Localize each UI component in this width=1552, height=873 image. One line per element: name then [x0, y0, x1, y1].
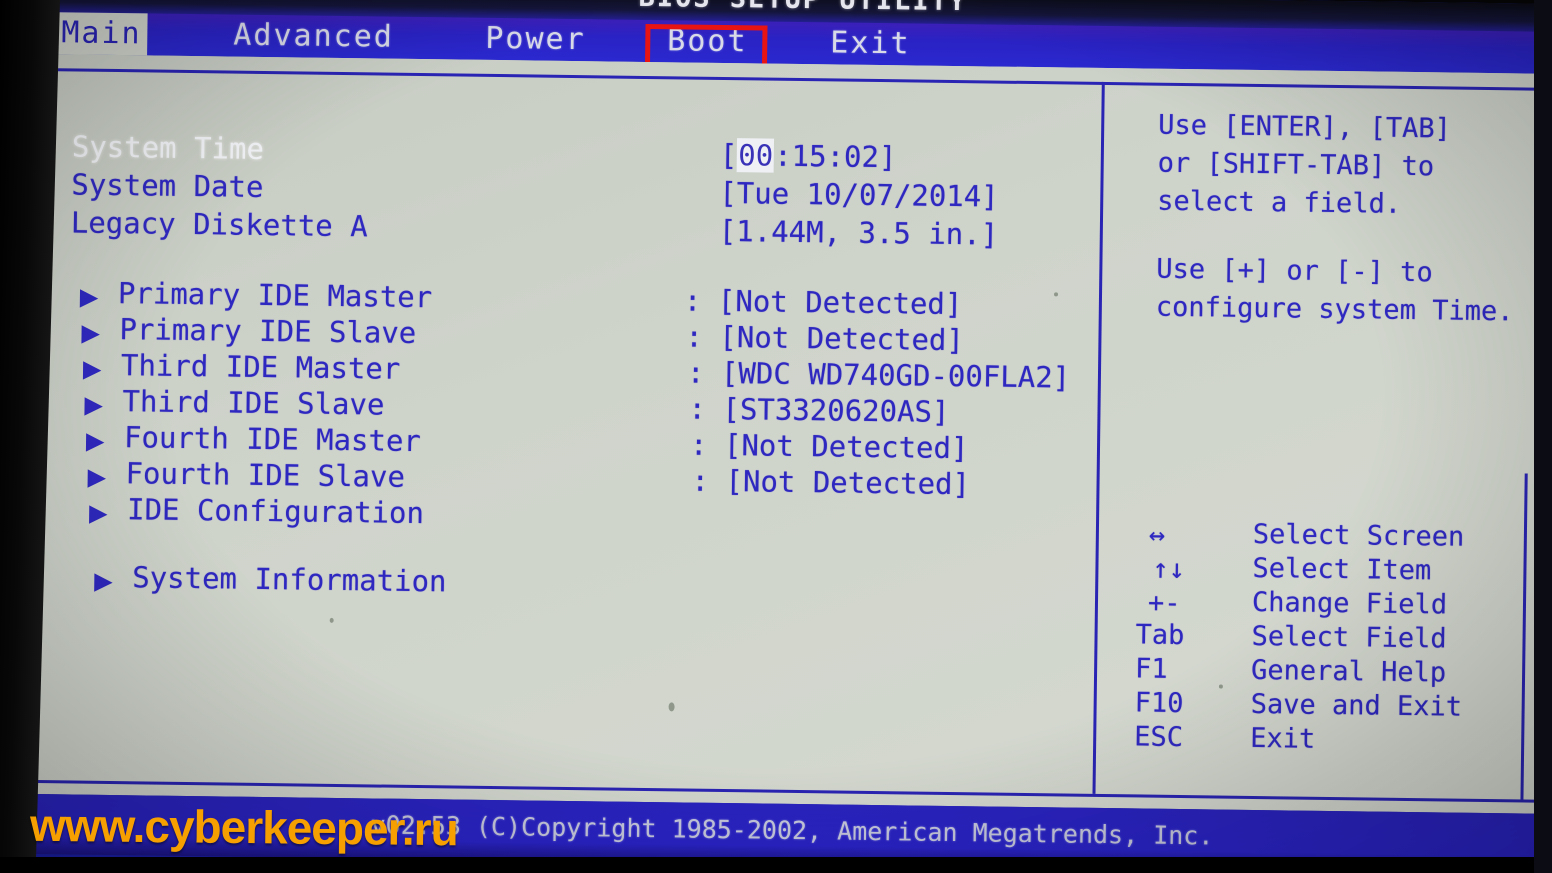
key-action-select-item: Select Item	[1252, 552, 1432, 587]
system-time-open-bracket: [	[719, 137, 738, 173]
key-action-select-screen: Select Screen	[1252, 518, 1465, 553]
field-value-system-time[interactable]: [00:15:02]	[719, 137, 897, 175]
field-value-system-date[interactable]: [Tue 10/07/2014]	[719, 176, 999, 214]
triangle-right-icon: ▶	[94, 566, 113, 596]
triangle-right-icon: ▶	[87, 462, 107, 491]
site-watermark: www.cyberkeeper.ru	[29, 798, 459, 856]
help-panel-divider	[1092, 81, 1105, 794]
dust-speck	[1053, 292, 1059, 297]
system-time-rest: :15:02]	[773, 138, 897, 175]
triangle-right-icon: ▶	[82, 354, 102, 383]
key-glyph-f10: F10	[1134, 687, 1184, 720]
help-line-2: or [SHIFT-TAB] to	[1157, 147, 1435, 183]
menu-item-third-ide-slave[interactable]: Third IDE Slave	[122, 384, 384, 421]
dust-speck	[1218, 684, 1223, 689]
value-fourth-ide-slave: [Not Detected]	[725, 464, 971, 502]
key-action-select-field: Select Field	[1251, 620, 1447, 655]
bios-screen: BIOS SETUP UTILITY Main Advanced Power B…	[26, 0, 1552, 873]
tab-power[interactable]: Power	[485, 18, 586, 61]
key-glyph-plus-minus-icon: +-	[1147, 587, 1181, 620]
triangle-right-icon: ▶	[79, 282, 99, 311]
key-glyph-tab: Tab	[1135, 619, 1185, 652]
field-value-legacy-diskette-a[interactable]: [1.44M, 3.5 in.]	[719, 214, 999, 252]
value-fourth-ide-master: [Not Detected]	[723, 428, 969, 466]
screenshot-root: BIOS SETUP UTILITY Main Advanced Power B…	[0, 0, 1552, 873]
dust-speck	[668, 702, 675, 712]
key-glyph-esc: ESC	[1134, 721, 1184, 754]
menu-item-system-information[interactable]: System Information	[132, 560, 447, 598]
body-bottom-border	[27, 779, 1093, 797]
tab-exit[interactable]: Exit	[830, 22, 911, 65]
key-glyph-f1: F1	[1134, 653, 1168, 685]
help-line-5: Use [+] or [-] to	[1156, 253, 1433, 289]
value-primary-ide-master: [Not Detected]	[717, 283, 963, 322]
key-glyph-up-down-arrow-icon: ↑↓	[1152, 553, 1186, 586]
help-line-3: select a field.	[1157, 185, 1402, 220]
tab-advanced[interactable]: Advanced	[233, 15, 394, 59]
value-third-ide-master: [WDC WD740GD-00FLA2]	[720, 355, 1071, 395]
field-label-legacy-diskette-a[interactable]: Legacy Diskette A	[71, 205, 368, 243]
dust-speck	[329, 617, 334, 623]
menu-item-ide-configuration[interactable]: IDE Configuration	[127, 492, 424, 530]
tab-main[interactable]: Main	[55, 12, 148, 56]
key-action-general-help: General Help	[1250, 654, 1447, 689]
separator-colon-3: :	[688, 391, 707, 426]
separator-colon-1: :	[685, 319, 704, 354]
monitor-bezel-bottom	[0, 857, 1552, 873]
body-top-border	[36, 67, 1552, 92]
key-action-save-and-exit: Save and Exit	[1250, 688, 1463, 723]
field-label-system-time[interactable]: System Time	[72, 129, 264, 166]
help-line-6: configure system Time.	[1155, 291, 1514, 328]
separator-colon-5: :	[691, 463, 710, 498]
key-glyph-left-right-arrow-icon: ↔	[1148, 519, 1166, 551]
separator-colon-0: :	[683, 283, 702, 318]
triangle-right-icon: ▶	[81, 318, 101, 347]
help-line-1: Use [ENTER], [TAB]	[1158, 109, 1452, 145]
help-panel-right-border	[1520, 473, 1528, 800]
menu-item-primary-ide-master[interactable]: Primary IDE Master	[118, 276, 433, 314]
menu-item-fourth-ide-master[interactable]: Fourth IDE Master	[124, 420, 421, 458]
key-action-change-field: Change Field	[1251, 586, 1448, 621]
value-third-ide-slave: [ST3320620AS]	[722, 391, 950, 429]
separator-colon-4: :	[689, 427, 708, 462]
menu-item-fourth-ide-slave[interactable]: Fourth IDE Slave	[125, 456, 405, 494]
monitor-bezel-right	[1534, 0, 1552, 873]
field-label-system-date[interactable]: System Date	[71, 167, 263, 204]
help-panel-bottom-border	[1092, 793, 1552, 803]
menu-item-primary-ide-slave[interactable]: Primary IDE Slave	[119, 312, 416, 350]
triangle-right-icon: ▶	[85, 426, 105, 455]
menu-item-third-ide-master[interactable]: Third IDE Master	[121, 348, 401, 386]
separator-colon-2: :	[686, 355, 705, 390]
triangle-right-icon: ▶	[88, 498, 108, 527]
value-primary-ide-slave: [Not Detected]	[719, 319, 965, 358]
system-time-cursor: 00	[737, 138, 775, 173]
bios-body: System Time [00:15:02] [ System Date [Tu…	[27, 53, 1552, 814]
key-action-exit: Exit	[1250, 722, 1316, 755]
triangle-right-icon: ▶	[84, 390, 104, 419]
